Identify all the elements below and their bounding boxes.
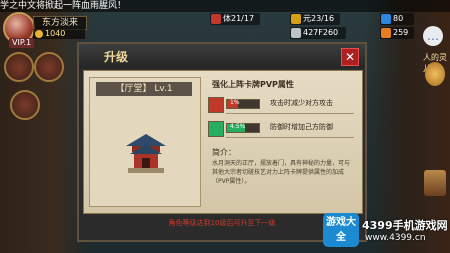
stat-description: 攻击时减少对方攻击 [270, 99, 333, 107]
stat-value: 1% [230, 99, 240, 106]
coin-icon [35, 30, 43, 38]
ingot-icon [381, 28, 391, 38]
stat-description: 防御时增加己方防御 [270, 123, 333, 131]
stamina-icon [211, 14, 221, 24]
attack-icon [208, 97, 224, 113]
intro-label: 简介： [212, 148, 236, 157]
gem-value: 80 [393, 14, 404, 23]
resource-gem[interactable]: 80 [380, 13, 414, 25]
watermark-logo: 游戏大全 [323, 213, 359, 247]
building-level: 【厅堂】 Lv.1 [96, 82, 192, 96]
ingot-value: 259 [393, 28, 409, 37]
stat-value: 4.5% [230, 123, 246, 130]
stamina-value: 体21/17 [223, 14, 255, 23]
dialog-title: 升级 [104, 50, 129, 64]
intro-text: 水月洞天的正厅，摆放着门，具有神秘的力量，可与其他大宗者切磋技艺对力上阵卡牌提供… [212, 160, 351, 185]
yuan-icon [291, 14, 301, 24]
silver-icon [291, 28, 301, 38]
resource-yuan[interactable]: 元23/16 [290, 13, 340, 25]
yuan-value: 元23/16 [303, 14, 335, 23]
dialog-body: 【厅堂】 Lv.1 强化上阵卡牌PVP属性 1% 攻击时减少对方攻击 4.5% … [83, 70, 363, 214]
building-panel: 【厅堂】 Lv.1 [89, 77, 201, 207]
game-scene: 学之中文将掀起一阵血雨腥风！ 东方淡来 1040 VIP.1 体21/17 元2… [0, 0, 450, 253]
stat-attack: 1% 攻击时减少对方攻击 [208, 97, 354, 119]
gold-value: 1040 [45, 29, 66, 38]
feature-button-2[interactable] [34, 52, 64, 82]
player-gold: 1040 [33, 29, 85, 39]
broadcast-ticker: 学之中文将掀起一阵血雨腥风！ [0, 0, 450, 12]
defense-icon [208, 121, 224, 137]
dialog-header: 升级 ✕ [79, 44, 365, 68]
watermark-url: www.4399.cn [365, 233, 426, 243]
close-button[interactable]: ✕ [341, 48, 359, 66]
effect-panel: 强化上阵卡牌PVP属性 1% 攻击时减少对方攻击 4.5% 防御时增加己方防御 … [204, 77, 356, 205]
upgrade-dialog: 升级 ✕ 【厅堂】 Lv.1 强化上阵卡牌PVP属性 1% 攻击时减少对方攻击 … [77, 42, 367, 242]
feature-button-1[interactable] [4, 52, 34, 82]
feature-button-3[interactable] [10, 90, 40, 120]
player-name: 东方淡来 [33, 16, 87, 30]
scroll-icon[interactable] [424, 170, 446, 196]
chat-icon[interactable]: … [423, 26, 443, 46]
divider [226, 113, 354, 114]
resource-ingot[interactable]: 259 [380, 27, 414, 39]
resource-silver[interactable]: 427F260 [290, 27, 346, 39]
watermark-name: 4399手机游戏网 [362, 219, 448, 232]
effect-heading: 强化上阵卡牌PVP属性 [212, 80, 294, 89]
vip-badge: VIP.1 [9, 38, 35, 48]
divider [226, 137, 354, 138]
resource-stamina[interactable]: 体21/17 [210, 13, 260, 25]
hall-building-icon [126, 134, 166, 173]
gem-icon [381, 14, 391, 24]
stat-defense: 4.5% 防御时增加己方防御 [208, 121, 354, 143]
silver-value: 427F260 [303, 28, 339, 37]
medal-icon[interactable] [425, 62, 445, 86]
